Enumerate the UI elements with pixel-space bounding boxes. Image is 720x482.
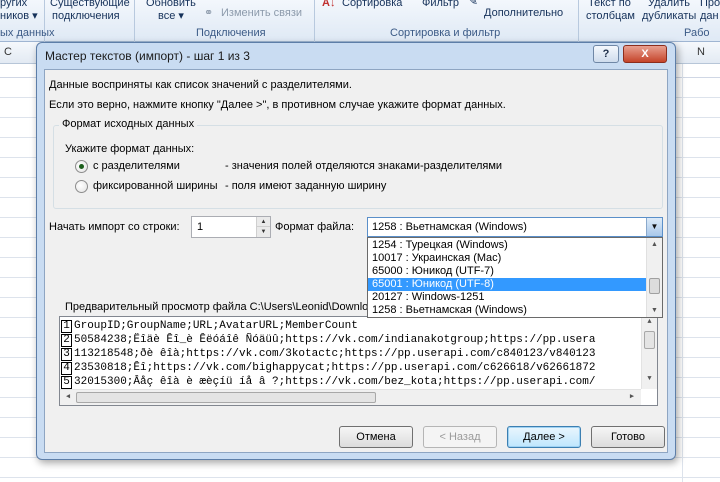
group-get-data-label: ых данных xyxy=(0,27,55,39)
text-to-columns-line1[interactable]: Текст по xyxy=(588,0,631,10)
preview-horizontal-scrollbar[interactable]: ◀ ▶ xyxy=(60,389,641,405)
remove-duplicates-line2[interactable]: дубликаты xyxy=(642,10,696,23)
remove-duplicates-line1[interactable]: Удалить xyxy=(648,0,690,10)
get-data-button-line1[interactable]: ругих xyxy=(0,0,27,10)
scroll-up-icon[interactable]: ▲ xyxy=(647,238,662,251)
ribbon-separator xyxy=(134,0,135,42)
filter-button[interactable]: Фильтр xyxy=(422,0,459,10)
scroll-up-icon[interactable]: ▲ xyxy=(642,318,657,326)
preview-line: 2 50584238;Ëîäè Êî_è Êëóáîê Ñóäüû;https:/… xyxy=(60,333,640,347)
excel-ribbon: ругих ников ▾ Существующие подключения О… xyxy=(0,0,720,42)
sort-button[interactable]: Сортировка xyxy=(342,0,402,10)
preview-line-text: 113218548;ðè êîà;https://vk.com/3kotactc… xyxy=(74,348,596,360)
preview-line-number: 2 xyxy=(61,334,72,347)
extra-button-line2[interactable]: дан xyxy=(700,10,719,23)
group-work-label: Рабо xyxy=(684,27,710,39)
fixed-width-radio-label[interactable]: фиксированной ширины xyxy=(93,180,218,192)
extra-button-line1[interactable]: Про xyxy=(700,0,720,10)
dialog-body: Данные восприняты как список значений с … xyxy=(44,69,668,453)
spinner-buttons: ▲ ▼ xyxy=(256,217,270,237)
grid-column-line xyxy=(682,64,683,482)
preview-line-text: 32015300;Âåç êîà è æèçíü íå â ?;https://… xyxy=(74,376,596,388)
ribbon-separator xyxy=(314,0,315,42)
intro-text-line1: Данные восприняты как список значений с … xyxy=(49,79,352,91)
back-button[interactable]: < Назад xyxy=(423,426,497,448)
delimited-description: - значения полей отделяются знаками-разд… xyxy=(225,160,503,172)
scroll-down-icon[interactable]: ▼ xyxy=(642,375,657,383)
preview-line-number: 4 xyxy=(61,362,72,375)
advanced-filter-icon: ✎ xyxy=(468,0,479,8)
preview-line-number: 5 xyxy=(61,376,72,389)
preview-label: Предварительный просмотр файла C:\Users\… xyxy=(65,301,381,313)
scroll-thumb[interactable] xyxy=(649,278,660,294)
preview-line: 5 32015300;Âåç êîà è æèçíü íå â ?;https:/… xyxy=(60,375,640,389)
existing-connections-line1[interactable]: Существующие xyxy=(50,0,130,10)
preview-line-number: 1 xyxy=(61,320,72,333)
scroll-down-icon[interactable]: ▼ xyxy=(647,304,662,317)
dialog-title: Мастер текстов (импорт) - шаг 1 из 3 xyxy=(45,49,250,63)
spinner-down-icon[interactable]: ▼ xyxy=(257,227,270,237)
spinner-up-icon[interactable]: ▲ xyxy=(257,217,270,227)
existing-connections-line2[interactable]: подключения xyxy=(52,10,120,23)
preview-line: 4 23530818;Êî;https://vk.com/bighappycat;… xyxy=(60,361,640,375)
edit-links-button[interactable]: Изменить связи xyxy=(221,7,302,20)
cancel-button[interactable]: Отмена xyxy=(339,426,413,448)
text-to-columns-line2[interactable]: столбцам xyxy=(586,10,635,23)
preview-line-text: GroupID;GroupName;URL;AvatarURL;MemberCo… xyxy=(74,320,358,332)
preview-line-number: 3 xyxy=(61,348,72,361)
start-row-value[interactable]: 1 xyxy=(197,221,203,233)
dropdown-option[interactable]: 1254 : Турецкая (Windows) xyxy=(368,239,646,252)
advanced-button[interactable]: Дополнительно xyxy=(484,7,563,20)
file-format-dropdown-list[interactable]: 1254 : Турецкая (Windows) 10017 : Украин… xyxy=(367,237,663,318)
column-header-n[interactable]: N xyxy=(697,46,705,58)
get-data-button-line2[interactable]: ников ▾ xyxy=(0,10,38,23)
start-row-spinner[interactable]: 1 ▲ ▼ xyxy=(191,216,271,238)
refresh-all-line1[interactable]: Обновить xyxy=(146,0,196,10)
group-sort-filter-label: Сортировка и фильтр xyxy=(390,27,501,39)
file-format-label: Формат файла: xyxy=(275,221,355,233)
dropdown-option[interactable]: 65000 : Юникод (UTF-7) xyxy=(368,265,646,278)
delimited-radio-label[interactable]: с разделителями xyxy=(93,160,180,172)
group-connections-label: Подключения xyxy=(196,27,266,39)
fixed-width-description: - поля имеют заданную ширину xyxy=(225,180,387,192)
intro-text-line2: Если это верно, нажмите кнопку "Далее >"… xyxy=(49,99,506,111)
scroll-left-icon[interactable]: ◀ xyxy=(62,392,74,401)
preview-line-text: 50584238;Ëîäè Êî_è Êëóáîê Ñóäüû;https://… xyxy=(74,334,596,346)
delimited-radio[interactable] xyxy=(75,160,88,173)
preview-line: 3 113218548;ðè êîà;https://vk.com/3kotact… xyxy=(60,347,640,361)
ribbon-separator xyxy=(578,0,579,42)
finish-button[interactable]: Готово xyxy=(591,426,665,448)
preview-vertical-scrollbar[interactable]: ▲ ▼ xyxy=(641,317,657,389)
preview-line: 1 GroupID;GroupName;URL;AvatarURL;MemberC… xyxy=(60,319,640,333)
file-preview-box[interactable]: 1 GroupID;GroupName;URL;AvatarURL;MemberC… xyxy=(59,316,658,406)
edit-links-icon: ⚭ xyxy=(204,7,214,19)
fixed-width-radio[interactable] xyxy=(75,180,88,193)
column-header-c[interactable]: C xyxy=(4,46,12,58)
next-button[interactable]: Далее > xyxy=(507,426,581,448)
preview-line-text: 23530818;Êî;https://vk.com/bighappycat;h… xyxy=(74,362,596,374)
chevron-down-icon[interactable]: ▼ xyxy=(646,218,662,236)
dropdown-scrollbar[interactable]: ▲ ▼ xyxy=(646,238,662,317)
help-button[interactable]: ? xyxy=(593,45,619,63)
dialog-titlebar[interactable]: Мастер текстов (импорт) - шаг 1 из 3 ? X xyxy=(37,43,675,69)
scroll-right-icon[interactable]: ▶ xyxy=(626,392,638,401)
dropdown-option[interactable]: 10017 : Украинская (Mac) xyxy=(368,252,646,265)
dropdown-option-selected[interactable]: 65001 : Юникод (UTF-8) xyxy=(368,278,646,291)
source-format-group-label: Формат исходных данных xyxy=(59,118,198,130)
specify-format-label: Укажите формат данных: xyxy=(65,143,195,155)
scroll-thumb[interactable] xyxy=(76,392,376,403)
file-format-combobox[interactable]: 1258 : Вьетнамская (Windows) ▼ xyxy=(367,217,663,237)
sort-az-icon: A↓ xyxy=(322,0,336,9)
refresh-all-line2[interactable]: все ▾ xyxy=(158,10,184,23)
file-format-selected-value: 1258 : Вьетнамская (Windows) xyxy=(372,221,527,233)
dropdown-option[interactable]: 1258 : Вьетнамская (Windows) xyxy=(368,304,646,317)
start-row-label: Начать импорт со строки: xyxy=(49,221,180,233)
dropdown-option[interactable]: 20127 : Windows-1251 xyxy=(368,291,646,304)
scroll-thumb[interactable] xyxy=(644,331,655,349)
close-button[interactable]: X xyxy=(623,45,667,63)
text-import-wizard-dialog: Мастер текстов (импорт) - шаг 1 из 3 ? X… xyxy=(36,42,676,460)
